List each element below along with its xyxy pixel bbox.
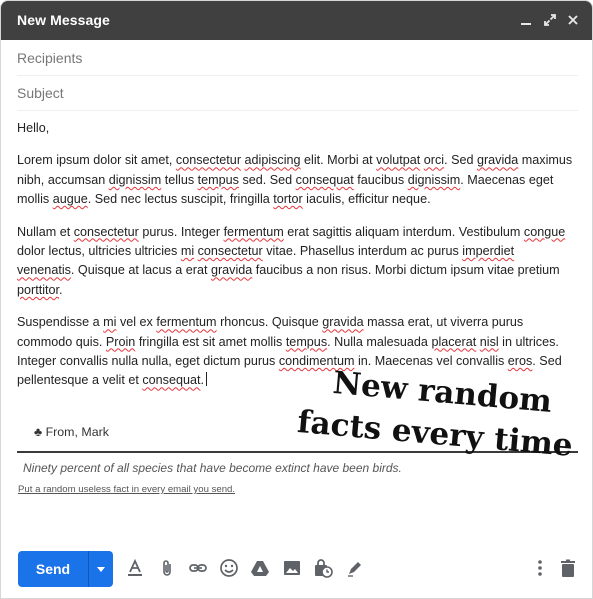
random-fact-text: Ninety percent of all species that have …: [23, 461, 402, 475]
spellcheck-word[interactable]: congue: [524, 225, 565, 239]
signature-text: From, Mark: [45, 425, 109, 439]
message-body[interactable]: Hello, Lorem ipsum dolor sit amet, conse…: [17, 119, 573, 404]
spellcheck-word[interactable]: mi: [181, 244, 194, 258]
spellcheck-word[interactable]: orci: [424, 153, 444, 167]
spellcheck-word[interactable]: condimentum: [279, 354, 355, 368]
send-button-group: Send: [18, 551, 113, 587]
photo-icon[interactable]: [281, 557, 303, 579]
signature-icon[interactable]: [344, 557, 366, 579]
more-options-icon[interactable]: [529, 557, 551, 579]
spellcheck-word[interactable]: consequat: [296, 173, 354, 187]
spellcheck-word[interactable]: tempus: [198, 173, 239, 187]
spellcheck-word[interactable]: tempus: [286, 335, 327, 349]
body-paragraph: Suspendisse a mi vel ex fermentum rhoncu…: [17, 315, 562, 388]
spellcheck-word[interactable]: mi: [103, 315, 116, 329]
subject-field[interactable]: Subject: [17, 76, 578, 111]
confidential-icon[interactable]: [312, 557, 334, 579]
signature-divider: [17, 451, 578, 453]
spellcheck-word[interactable]: volutpat: [376, 153, 420, 167]
spellcheck-word[interactable]: gravida: [211, 263, 252, 277]
subject-placeholder: Subject: [17, 85, 64, 101]
spellcheck-word[interactable]: porttitor: [17, 283, 59, 297]
spellcheck-word[interactable]: Proin: [106, 335, 135, 349]
close-icon[interactable]: [564, 10, 582, 30]
spellcheck-word[interactable]: fermentum: [224, 225, 284, 239]
emoji-icon[interactable]: [218, 557, 240, 579]
compose-window: New Message Recipients Subject Hello, Lo…: [0, 0, 593, 599]
spellcheck-word[interactable]: gravida: [322, 315, 363, 329]
body-paragraph: Lorem ipsum dolor sit amet, consectetur …: [17, 153, 573, 207]
minimize-icon[interactable]: [517, 10, 535, 30]
link-icon[interactable]: [187, 557, 209, 579]
spellcheck-word[interactable]: tortor: [273, 192, 302, 206]
send-options-dropdown[interactable]: [88, 551, 113, 587]
club-icon: ♣: [34, 425, 43, 439]
spellcheck-word[interactable]: consectetur: [198, 244, 263, 258]
spellcheck-word[interactable]: imperdiet: [462, 244, 514, 258]
recipients-field[interactable]: Recipients: [17, 41, 578, 76]
attach-icon[interactable]: [156, 557, 178, 579]
spellcheck-word[interactable]: consectetur: [176, 153, 241, 167]
send-button[interactable]: Send: [18, 551, 88, 587]
body-paragraph: Nullam et consectetur purus. Integer fer…: [17, 224, 566, 297]
signature-block: ♣ From, Mark: [34, 425, 109, 439]
spellcheck-word[interactable]: dignissim: [109, 173, 162, 187]
spellcheck-word[interactable]: fermentum: [156, 315, 216, 329]
random-fact-link[interactable]: Put a random useless fact in every email…: [18, 484, 235, 495]
spellcheck-word[interactable]: consequat: [142, 373, 200, 387]
spellcheck-word[interactable]: gravida: [477, 153, 518, 167]
spellcheck-word[interactable]: nisl: [480, 335, 499, 349]
compose-titlebar[interactable]: New Message: [1, 1, 592, 40]
drive-icon[interactable]: [249, 557, 271, 579]
discard-icon[interactable]: [557, 557, 579, 579]
expand-icon[interactable]: [541, 10, 559, 30]
recipients-placeholder: Recipients: [17, 50, 83, 66]
spellcheck-word[interactable]: augue: [53, 192, 88, 206]
annotation-line-2: facts every time: [295, 404, 575, 464]
greeting-text: Hello,: [17, 121, 50, 135]
compose-title: New Message: [17, 12, 110, 28]
spellcheck-word[interactable]: placerat: [431, 335, 476, 349]
spellcheck-word[interactable]: venenatis: [17, 263, 71, 277]
text-caret: [206, 372, 207, 387]
spellcheck-word[interactable]: adipiscing: [245, 153, 301, 167]
formatting-icon[interactable]: [124, 557, 146, 579]
spellcheck-word[interactable]: consectetur: [74, 225, 139, 239]
spellcheck-word[interactable]: dignissim: [408, 173, 461, 187]
spellcheck-word[interactable]: eros: [508, 354, 533, 368]
